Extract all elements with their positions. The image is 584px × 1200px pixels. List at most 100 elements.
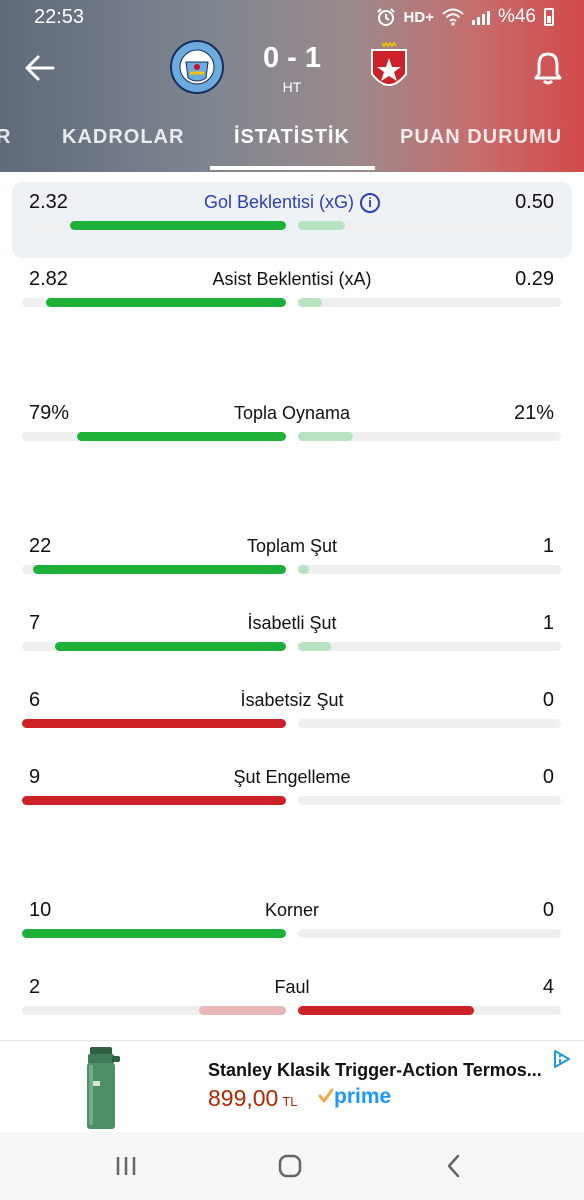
stat-label: İsabetsiz Şut — [100, 690, 484, 711]
adchoices-icon[interactable] — [552, 1049, 572, 1069]
stat-away-bar-track — [298, 221, 561, 230]
status-bar: 22:53 HD+ %46 — [0, 0, 584, 34]
status-icons: HD+ %46 — [376, 6, 554, 28]
tab-istatistik[interactable]: İSTATİSTİK — [234, 126, 350, 149]
stat-label-text: İsabetli Şut — [247, 613, 337, 633]
stat-away-bar-track — [298, 929, 561, 938]
tab-puan-durumu[interactable]: PUAN DURUMU — [400, 126, 562, 149]
stat-home-bar-track — [22, 929, 286, 938]
stat-away-bar — [298, 221, 346, 230]
stat-label: İsabetli Şut — [100, 613, 484, 634]
stat-home-value: 6 — [29, 689, 41, 711]
ad-price: 899,00 TL — [208, 1085, 298, 1112]
ad-title[interactable]: Stanley Klasik Trigger-Action Termos... — [208, 1060, 553, 1081]
ad-prime-text: prime — [334, 1085, 392, 1108]
stat-home-bar-track — [22, 719, 286, 728]
stat-home-bar-track — [22, 298, 286, 307]
away-team-crest-icon[interactable] — [362, 40, 416, 94]
stat-away-value: 1 — [542, 535, 554, 557]
stat-away-bar — [298, 642, 331, 651]
stat-away-bar-track — [298, 1006, 561, 1015]
stat-label-text: Korner — [264, 900, 320, 920]
home-team-crest-icon[interactable] — [170, 40, 224, 94]
tab-kadrolar[interactable]: KADROLAR — [62, 126, 184, 149]
stat-label-text: Asist Beklentisi (xA) — [212, 269, 372, 289]
stat-home-bar — [45, 298, 286, 307]
stat-home-bar-track — [22, 796, 286, 805]
system-navigation-bar — [0, 1132, 584, 1200]
thermos-product-image — [87, 1047, 120, 1129]
stat-row: 7 İsabetli Şut 1 — [0, 612, 584, 672]
stat-row: 79% Topla Oynama 21% — [0, 402, 584, 462]
stat-away-value: 0 — [542, 899, 554, 921]
stat-away-bar — [298, 1006, 475, 1015]
stat-away-value: 1 — [542, 612, 554, 634]
stat-home-value: 2.82 — [29, 268, 68, 290]
network-type: HD+ — [403, 8, 434, 26]
stat-away-bar-track — [298, 565, 561, 574]
notification-bell-icon[interactable] — [532, 50, 564, 86]
stat-row: 2.32 Gol Beklentisi (xG) i 0.50 — [0, 191, 584, 251]
stat-home-bar-track — [22, 565, 286, 574]
match-score: 0 - 1 — [262, 42, 322, 74]
stat-label: Şut Engelleme — [100, 767, 484, 788]
stat-label: Korner — [100, 900, 484, 921]
home-icon[interactable] — [278, 1154, 302, 1178]
stat-away-bar — [298, 298, 322, 307]
stat-label: Toplam Şut — [100, 536, 484, 557]
stat-row: 2.82 Asist Beklentisi (xA) 0.29 — [0, 268, 584, 328]
stat-away-bar — [298, 432, 354, 441]
stat-row: 9 Şut Engelleme 0 — [0, 766, 584, 826]
stat-label: Topla Oynama — [100, 403, 484, 424]
stat-row: 6 İsabetsiz Şut 0 — [0, 689, 584, 749]
stat-label[interactable]: Gol Beklentisi (xG) i — [100, 192, 484, 213]
stat-home-value: 9 — [29, 766, 41, 788]
stat-away-bar-track — [298, 796, 561, 805]
stat-home-bar-track — [22, 642, 286, 651]
stat-home-value: 10 — [29, 899, 52, 921]
signal-icon — [471, 9, 490, 25]
stat-home-bar — [22, 796, 286, 805]
stat-label-text: Faul — [274, 977, 310, 997]
stat-row: 10 Korner 0 — [0, 899, 584, 959]
tab-bar: R KADROLAR İSTATİSTİK PUAN DURUMU — [0, 118, 584, 172]
stat-away-value: 0 — [542, 689, 554, 711]
stat-away-value: 4 — [542, 976, 554, 998]
stat-away-value: 0 — [542, 766, 554, 788]
stat-label-text: Gol Beklentisi (xG) — [203, 192, 355, 212]
stat-home-value: 79% — [29, 402, 70, 424]
ad-banner[interactable]: Stanley Klasik Trigger-Action Termos... … — [0, 1040, 584, 1132]
stat-home-bar-track — [22, 221, 286, 230]
stat-home-bar — [22, 929, 286, 938]
stat-home-value: 7 — [29, 612, 41, 634]
stat-label-text: Toplam Şut — [246, 536, 338, 556]
stat-away-bar-track — [298, 642, 561, 651]
status-time: 22:53 — [34, 6, 85, 28]
recent-apps-icon[interactable] — [114, 1154, 138, 1178]
stat-away-bar-track — [298, 298, 561, 307]
tab-partial[interactable]: R — [0, 126, 11, 149]
stat-label: Faul — [100, 977, 484, 998]
stat-label: Asist Beklentisi (xA) — [100, 269, 484, 290]
stat-row: 22 Toplam Şut 1 — [0, 535, 584, 595]
battery-percent: %46 — [497, 6, 536, 27]
stat-home-value: 22 — [29, 535, 52, 557]
stat-label-text: İsabetsiz Şut — [240, 690, 344, 710]
alarm-icon — [376, 8, 395, 26]
stat-home-bar — [55, 642, 286, 651]
stat-away-bar — [298, 565, 309, 574]
stat-home-bar — [198, 1006, 286, 1015]
stat-home-value: 2 — [29, 976, 41, 998]
stat-away-value: 21% — [513, 402, 554, 424]
prime-check-icon — [318, 1088, 334, 1103]
stat-home-value: 2.32 — [29, 191, 68, 213]
stat-away-bar-track — [298, 432, 561, 441]
ad-prime-badge: prime — [318, 1085, 391, 1109]
info-icon[interactable]: i — [360, 193, 381, 213]
match-header: 22:53 HD+ %46 0 - 1 HT R KADROLAR İSTATİ… — [0, 0, 584, 172]
back-icon[interactable] — [444, 1154, 464, 1178]
back-arrow-icon[interactable] — [22, 50, 58, 86]
stat-home-bar-track — [22, 432, 286, 441]
stat-home-bar — [32, 565, 286, 574]
stat-home-bar — [77, 432, 286, 441]
